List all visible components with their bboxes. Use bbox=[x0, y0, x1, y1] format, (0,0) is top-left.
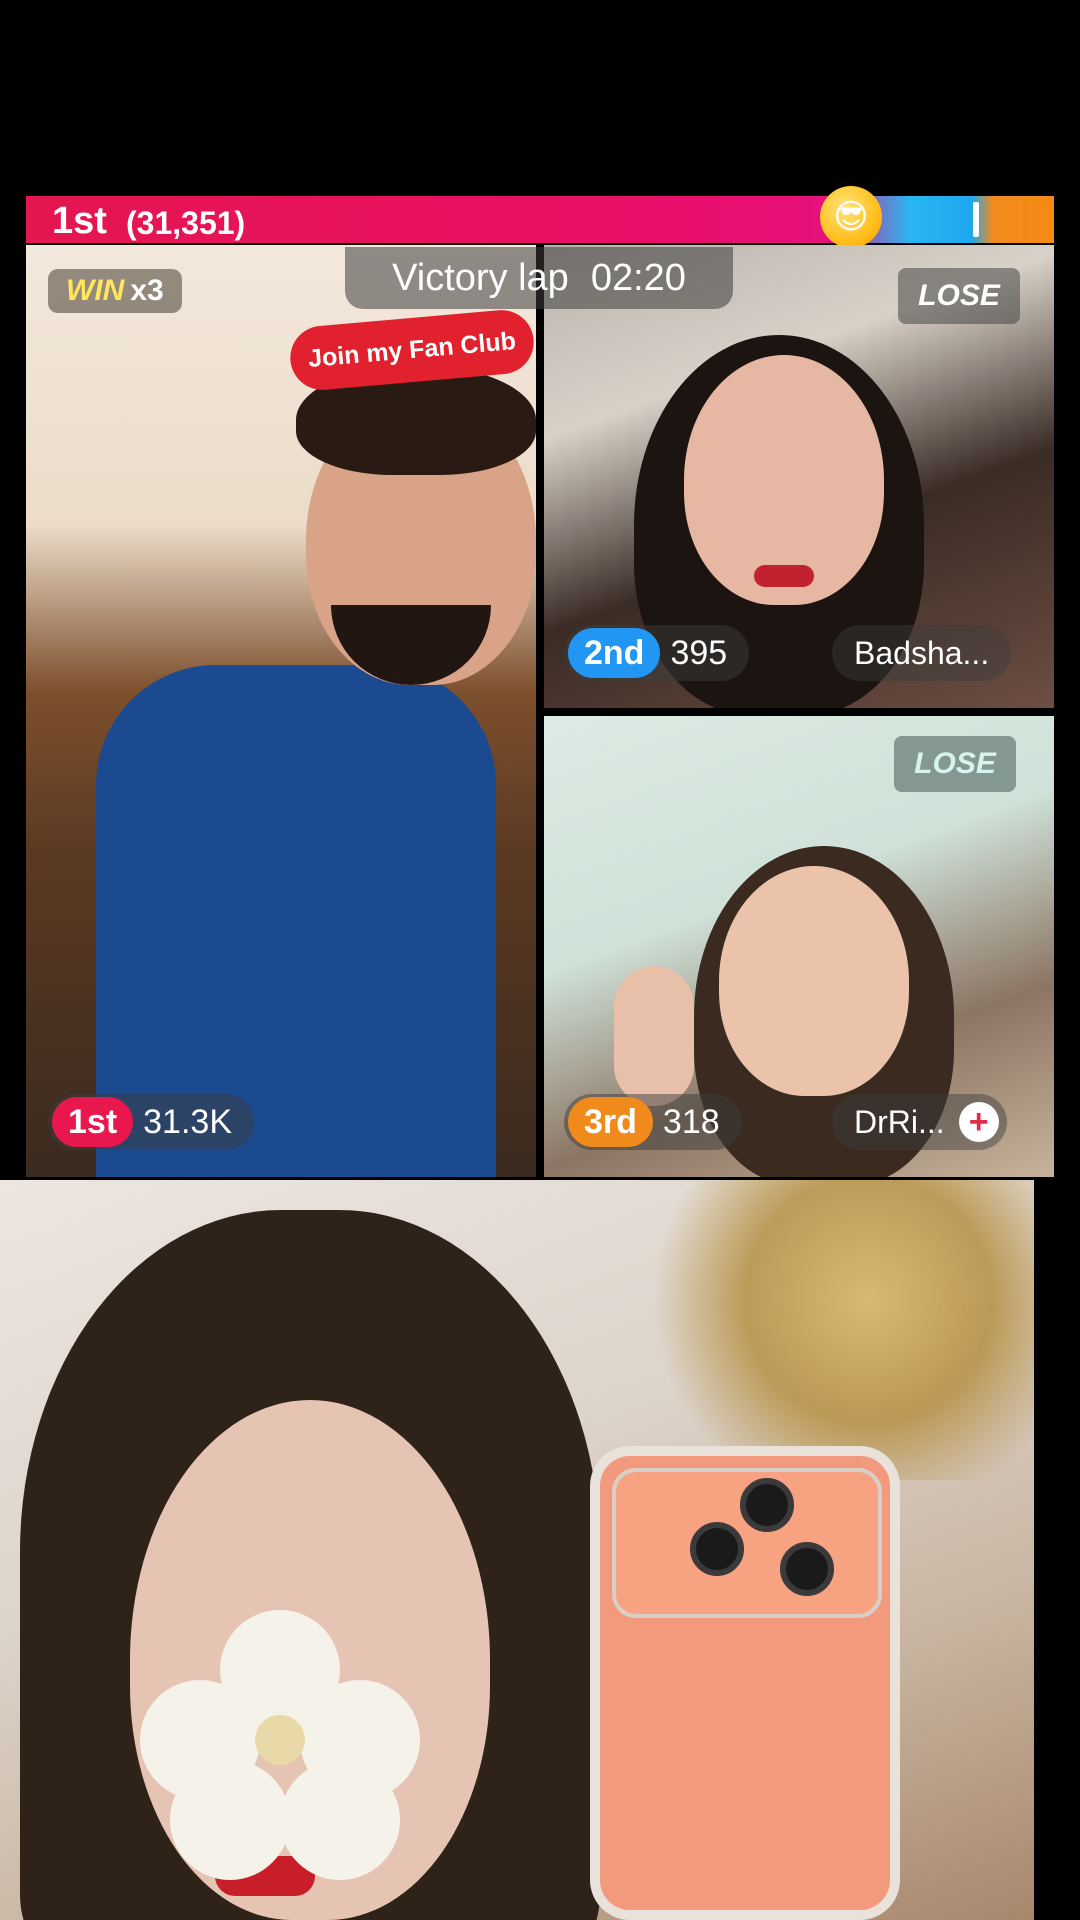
host-rank-pill: 1st 31.3K bbox=[48, 1094, 254, 1150]
opponent-3-rank-pill: 3rd 318 bbox=[564, 1094, 742, 1150]
rank-tag-1st: 1st bbox=[52, 1097, 134, 1147]
gold-decor bbox=[620, 1180, 1034, 1480]
leader-score: (31,351) bbox=[126, 205, 246, 241]
lose-badge-opponent-2: LOSE bbox=[898, 268, 1020, 324]
cool-emoji-icon: 😎 bbox=[820, 186, 882, 248]
leader-rank: 1st bbox=[52, 200, 107, 242]
follow-plus-icon[interactable]: + bbox=[958, 1102, 999, 1142]
phone-prop bbox=[590, 1446, 900, 1920]
flower-sticker bbox=[140, 1610, 420, 1880]
opponent-3-name-label: DrRi... bbox=[854, 1103, 945, 1140]
opponent-3-points: 318 bbox=[662, 1102, 720, 1141]
host-video-tile[interactable] bbox=[26, 245, 536, 1177]
score-progress-bar: 1st (31,351) bbox=[26, 196, 1054, 243]
opponent-2-rank-pill: 2nd 395 bbox=[564, 625, 750, 681]
victory-lap-label: Victory lap bbox=[392, 256, 569, 299]
victory-lap-timer: Victory lap 02:20 bbox=[345, 247, 733, 309]
opponent-3-name[interactable]: DrRi... + bbox=[832, 1094, 1007, 1150]
score-divider bbox=[973, 202, 979, 237]
timer-countdown: 02:20 bbox=[590, 256, 686, 299]
lose-badge-opponent-3: LOSE bbox=[894, 736, 1016, 792]
rank-tag-3rd: 3rd bbox=[568, 1097, 653, 1147]
win-multiplier: x3 bbox=[130, 274, 164, 307]
opponent-2-points: 395 bbox=[670, 633, 728, 672]
opponent-2-name[interactable]: Badsha... bbox=[832, 625, 1012, 681]
win-label: WIN bbox=[66, 274, 125, 307]
rank-tag-2nd: 2nd bbox=[568, 628, 661, 678]
opponent-2-name-label: Badsha... bbox=[854, 634, 990, 671]
host-points: 31.3K bbox=[143, 1102, 232, 1141]
win-streak-badge: WIN x3 bbox=[48, 269, 182, 313]
